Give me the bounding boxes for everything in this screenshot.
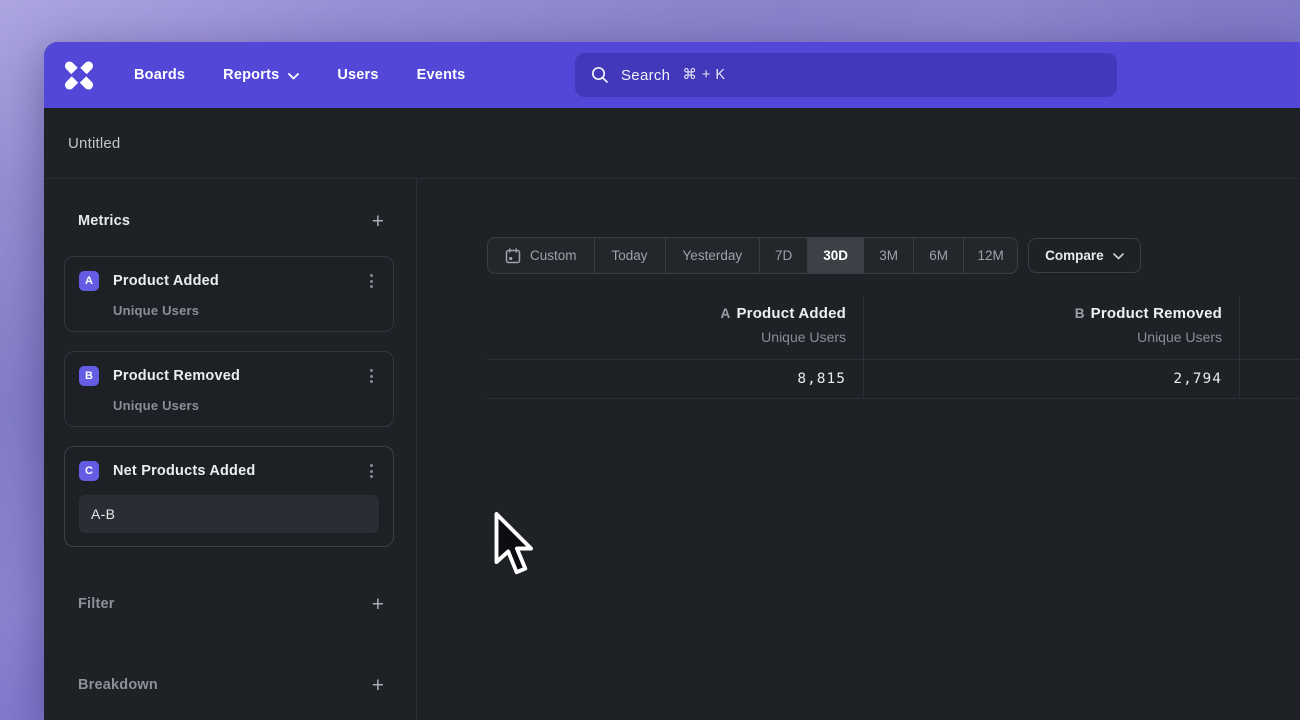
formula-input[interactable]: [79, 495, 379, 533]
nav-item-label: Events: [417, 67, 466, 83]
nav-items: Boards Reports Users Events: [134, 67, 465, 83]
page-header: Untitled: [44, 108, 1300, 179]
search-shortcut: ⌘ + K: [682, 67, 725, 83]
table-value-col-b[interactable]: 2,794: [864, 359, 1240, 399]
chevron-down-icon: [1113, 253, 1124, 260]
metric-card-b[interactable]: B Product Removed Unique Users: [64, 351, 394, 427]
nav-item-boards[interactable]: Boards: [134, 67, 185, 83]
metric-menu-icon[interactable]: [364, 270, 379, 292]
app-window: Boards Reports Users Events Search ⌘ + K: [44, 42, 1300, 720]
nav-item-label: Boards: [134, 67, 185, 83]
add-breakdown-button[interactable]: +: [372, 675, 384, 696]
table-header-spacer: [1240, 296, 1300, 359]
compare-button[interactable]: Compare: [1028, 238, 1141, 273]
column-prefix: A: [721, 306, 731, 321]
table-value-col-a[interactable]: 8,815: [487, 359, 864, 399]
metric-menu-icon[interactable]: [364, 365, 379, 387]
nav-item-events[interactable]: Events: [417, 67, 466, 83]
report-main-area: Custom Today Yesterday 7D 30D 3M 6M 12M …: [417, 179, 1300, 720]
top-navbar: Boards Reports Users Events Search ⌘ + K: [44, 42, 1300, 108]
mixpanel-logo-icon[interactable]: [64, 60, 94, 90]
metric-letter-badge: B: [79, 366, 99, 386]
column-subtitle: Unique Users: [487, 329, 846, 345]
range-6m-button[interactable]: 6M: [913, 238, 963, 273]
table-header-col-a[interactable]: A Product Added Unique Users: [487, 296, 864, 359]
nav-item-label: Reports: [223, 67, 279, 83]
column-subtitle: Unique Users: [864, 329, 1222, 345]
table-value-spacer: [1240, 359, 1300, 399]
breakdown-section-label: Breakdown: [78, 677, 158, 693]
filter-section-header: Filter +: [64, 588, 394, 620]
search-input[interactable]: Search ⌘ + K: [575, 53, 1117, 97]
range-today-button[interactable]: Today: [594, 238, 665, 273]
metric-measurement[interactable]: Unique Users: [113, 398, 379, 413]
metric-letter-badge: C: [79, 461, 99, 481]
search-icon: [591, 66, 609, 84]
table-header-col-b[interactable]: B Product Removed Unique Users: [864, 296, 1240, 359]
nav-item-reports[interactable]: Reports: [223, 67, 299, 83]
metric-card-c[interactable]: C Net Products Added: [64, 446, 394, 547]
metrics-section-label: Metrics: [78, 213, 130, 229]
desktop-backdrop: Boards Reports Users Events Search ⌘ + K: [0, 0, 1300, 720]
metric-menu-icon[interactable]: [364, 460, 379, 482]
breakdown-section-header: Breakdown +: [64, 669, 394, 701]
add-metric-button[interactable]: +: [372, 211, 384, 232]
range-30d-button[interactable]: 30D: [807, 238, 863, 273]
filter-section-label: Filter: [78, 596, 115, 612]
date-range-segmented-control: Custom Today Yesterday 7D 30D 3M 6M 12M: [487, 237, 1018, 274]
search-placeholder: Search: [621, 67, 670, 84]
metric-name: Product Removed: [113, 368, 240, 384]
chevron-down-icon: [288, 73, 299, 80]
range-yesterday-button[interactable]: Yesterday: [665, 238, 760, 273]
column-name: Product Added: [736, 305, 846, 322]
metric-measurement[interactable]: Unique Users: [113, 303, 379, 318]
nav-item-label: Users: [337, 67, 378, 83]
metric-card-a[interactable]: A Product Added Unique Users: [64, 256, 394, 332]
metric-letter-badge: A: [79, 271, 99, 291]
nav-item-users[interactable]: Users: [337, 67, 378, 83]
range-7d-button[interactable]: 7D: [759, 238, 807, 273]
metrics-table: A Product Added Unique Users B Product Rem…: [487, 296, 1300, 399]
column-name: Product Removed: [1091, 305, 1222, 322]
metrics-section-header: Metrics +: [64, 205, 394, 237]
range-3m-button[interactable]: 3M: [863, 238, 913, 273]
page-title[interactable]: Untitled: [68, 135, 120, 152]
calendar-icon: [505, 248, 521, 264]
range-12m-button[interactable]: 12M: [963, 238, 1017, 273]
metric-name: Product Added: [113, 273, 219, 289]
query-sidebar: Metrics + A Product Added Unique Users B…: [44, 179, 417, 720]
range-custom-button[interactable]: Custom: [488, 238, 594, 273]
column-prefix: B: [1075, 306, 1085, 321]
add-filter-button[interactable]: +: [372, 594, 384, 615]
metric-name: Net Products Added: [113, 463, 255, 479]
date-toolbar: Custom Today Yesterday 7D 30D 3M 6M 12M …: [487, 237, 1141, 274]
